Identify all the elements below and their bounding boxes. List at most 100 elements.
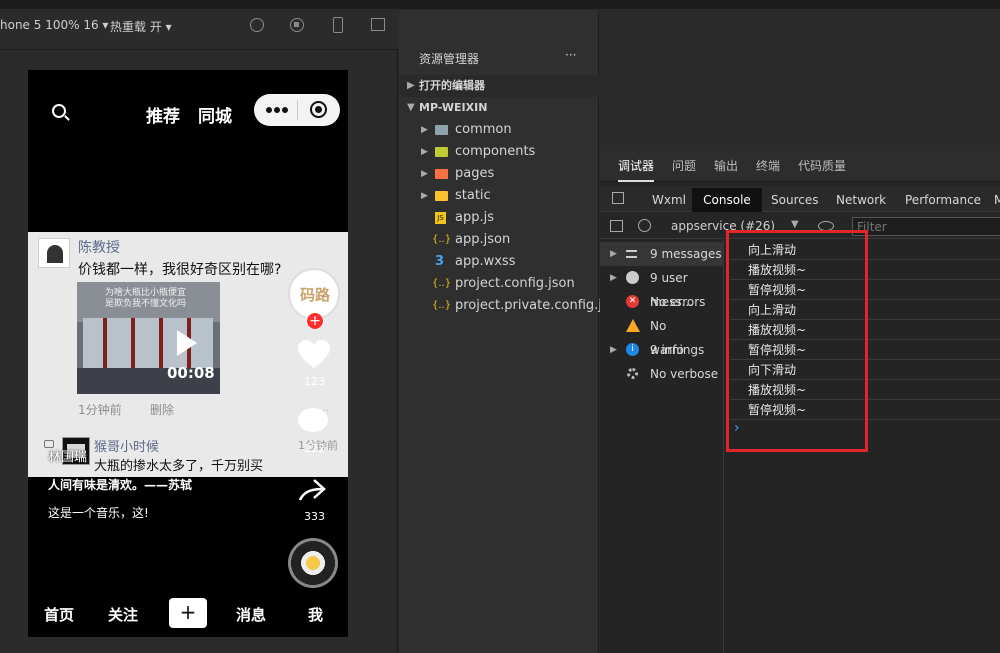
video-caption-2: 是欺负我不懂文化吗 xyxy=(105,299,187,309)
window-icon[interactable] xyxy=(371,18,385,31)
share-icon[interactable] xyxy=(298,478,326,502)
inspect-icon[interactable] xyxy=(612,192,624,204)
chevron-right-icon: ▶ xyxy=(610,345,617,355)
tab-network[interactable]: Network xyxy=(836,188,886,212)
music-disc-icon[interactable] xyxy=(288,538,338,588)
tree-item-label: project.private.config.js... xyxy=(455,298,622,313)
console-sidebar: ▶ 9 messages ▶ 9 user mess... ✕ No error… xyxy=(600,240,724,653)
miniprogram-capsule[interactable] xyxy=(254,94,340,126)
follow-plus-icon[interactable]: + xyxy=(306,312,324,330)
chevron-right-icon: ▶ xyxy=(407,80,415,91)
avatar[interactable] xyxy=(38,238,70,268)
hot-reload-toggle[interactable]: 热重载 开 ▾ xyxy=(110,18,172,35)
tree-item-app-json[interactable]: {..} app.json xyxy=(399,229,599,251)
section-label: 打开的编辑器 xyxy=(419,79,485,92)
gear-icon xyxy=(627,368,638,379)
explorer-panel: 资源管理器 ··· ▶ 打开的编辑器 ▼ MP-WEIXIN ▶ common … xyxy=(399,10,621,653)
tree-item-label: app.js xyxy=(455,210,494,225)
stop-icon[interactable] xyxy=(290,18,304,32)
title-strip xyxy=(0,0,1000,9)
tab-wxml[interactable]: Wxml xyxy=(652,188,686,212)
tab-messages[interactable]: 消息 xyxy=(236,604,266,625)
device-selector[interactable]: hone 5 100% 16 ▾ xyxy=(0,18,108,32)
filter-info[interactable]: ▶ i 9 info xyxy=(600,338,724,362)
tree-item-static[interactable]: ▶ static xyxy=(399,185,599,207)
tree-item-label: components xyxy=(455,144,536,159)
tree-item-components[interactable]: ▶ components xyxy=(399,141,599,163)
filter-input[interactable] xyxy=(852,217,1000,236)
tab-code-quality[interactable]: 代码质量 xyxy=(798,150,846,182)
sidebar-label: No verbose xyxy=(650,367,719,381)
project-section[interactable]: ▼ MP-WEIXIN xyxy=(399,97,599,119)
comment-text: 大瓶的掺水太多了，千万别买 xyxy=(94,459,264,474)
chevron-right-icon: ▶ xyxy=(421,147,428,157)
sidebar-label: 9 info xyxy=(650,343,684,357)
filter-messages[interactable]: ▶ 9 messages xyxy=(600,242,724,266)
more-actions-icon[interactable]: ··· xyxy=(565,48,576,62)
chevron-down-icon: ▼ xyxy=(407,102,415,113)
json-file-icon: {..} xyxy=(432,234,452,245)
folder-icon xyxy=(435,169,448,179)
close-miniprogram-icon[interactable] xyxy=(310,101,327,118)
more-icon[interactable] xyxy=(266,107,272,113)
tab-recommend[interactable]: 推荐 xyxy=(146,102,180,127)
tab-terminal[interactable]: 终端 xyxy=(756,150,780,182)
tab-follow[interactable]: 关注 xyxy=(108,604,138,625)
tree-item-app-js[interactable]: JS app.js xyxy=(399,207,599,229)
tab-home[interactable]: 首页 xyxy=(44,604,74,625)
overlay-username: 林国瑞 xyxy=(48,450,88,465)
tab-output[interactable]: 输出 xyxy=(714,150,738,182)
list-icon xyxy=(626,250,637,258)
json-file-icon: {..} xyxy=(432,300,452,311)
tab-debugger[interactable]: 调试器 xyxy=(618,150,655,182)
filter-errors[interactable]: ✕ No errors xyxy=(600,290,724,314)
tree-item-app-wxss[interactable]: 3 app.wxss xyxy=(399,251,599,273)
tab-local[interactable]: 同城 xyxy=(198,102,232,127)
tab-more[interactable]: M xyxy=(994,188,1000,212)
heart-icon[interactable] xyxy=(298,340,330,370)
delete-button[interactable]: 删除 xyxy=(150,401,174,418)
tab-issues[interactable]: 问题 xyxy=(672,150,696,182)
folder-icon xyxy=(435,125,448,135)
sidebar-label: 9 messages xyxy=(650,247,722,261)
tab-sources[interactable]: Sources xyxy=(771,188,818,212)
json-file-icon: {..} xyxy=(432,278,452,289)
open-editors-section[interactable]: ▶ 打开的编辑器 xyxy=(399,75,599,97)
comment-text: 价钱都一样，我很好奇区别在哪? xyxy=(78,262,282,278)
tree-item-label: app.json xyxy=(455,232,511,247)
avatar-text: 码路 xyxy=(300,286,331,304)
tab-performance[interactable]: Performance xyxy=(905,188,981,212)
post-button[interactable]: + xyxy=(169,598,207,628)
filter-verbose[interactable]: No verbose xyxy=(600,362,724,386)
tab-me[interactable]: 我 xyxy=(308,604,323,625)
comment-author[interactable]: 猴哥小时候 xyxy=(94,436,159,455)
video-quote: 人间有味是清欢。——苏轼 xyxy=(48,478,193,492)
chevron-down-icon[interactable]: ▼ xyxy=(791,219,799,230)
sidebar-toggle-icon[interactable] xyxy=(610,220,623,232)
tree-item-pages[interactable]: ▶ pages xyxy=(399,163,599,185)
simulator-panel: 推荐 同城 陈教授 价钱都一样，我很好奇区别在哪? 为啥大瓶比小瓶便宜 是欺负我… xyxy=(0,50,398,653)
tree-item-label: common xyxy=(455,122,512,137)
tree-item-project-private-config[interactable]: {..} project.private.config.js... xyxy=(399,295,621,317)
tab-console[interactable]: Console xyxy=(692,188,762,212)
phone-preview-icon[interactable] xyxy=(333,17,343,33)
video-thumbnail[interactable]: 为啥大瓶比小瓶便宜 是欺负我不懂文化吗 00:08 xyxy=(77,282,220,394)
tree-item-label: static xyxy=(455,188,491,203)
js-file-icon: JS xyxy=(435,212,446,224)
tree-item-project-config[interactable]: {..} project.config.json xyxy=(399,273,599,295)
folder-icon xyxy=(435,147,448,157)
user-icon xyxy=(626,271,639,284)
comment-author[interactable]: 陈教授 xyxy=(78,237,120,257)
chevron-right-icon: ▶ xyxy=(421,125,428,135)
css-file-icon: 3 xyxy=(435,254,445,269)
comment-more-icon[interactable]: ·· xyxy=(322,404,329,417)
filter-user-messages[interactable]: ▶ 9 user mess... xyxy=(600,266,724,309)
comment-time: 1分钟前 xyxy=(78,403,122,417)
tree-item-common[interactable]: ▶ common xyxy=(399,119,599,141)
capsule-divider xyxy=(297,100,298,120)
info-icon: i xyxy=(626,343,639,356)
clear-console-icon[interactable] xyxy=(638,219,651,232)
play-icon[interactable] xyxy=(177,330,197,356)
filter-warnings[interactable]: No warnings xyxy=(600,314,724,357)
refresh-icon[interactable] xyxy=(250,18,264,32)
